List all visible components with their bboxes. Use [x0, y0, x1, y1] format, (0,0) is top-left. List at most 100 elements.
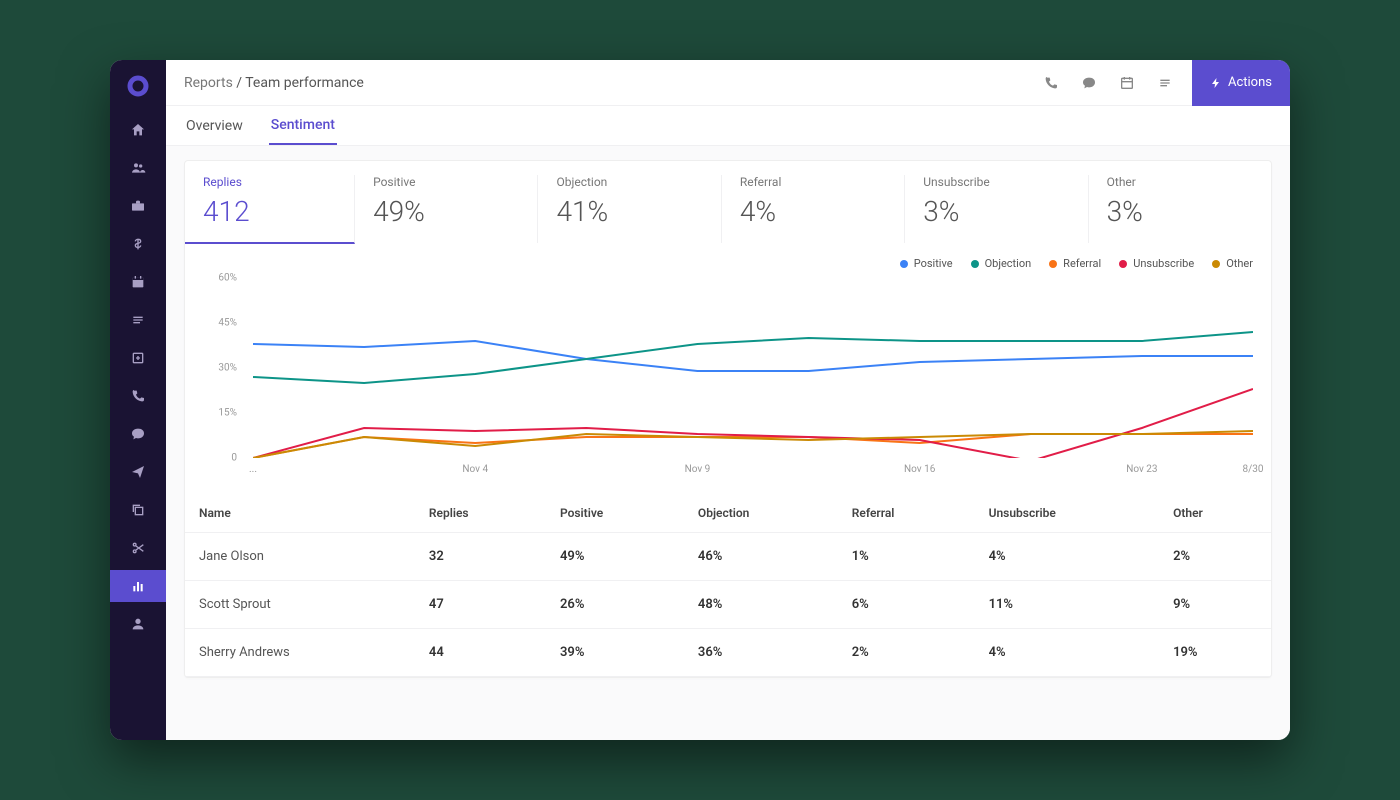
- nav-add-box[interactable]: [110, 342, 166, 374]
- legend-dot: [1212, 260, 1220, 268]
- chart-plot: [253, 278, 1253, 458]
- table-cell: 1%: [838, 533, 975, 581]
- metric-label: Replies: [203, 175, 336, 189]
- chart-legend: Positive Objection Referral Unsubscribe Othe…: [203, 257, 1253, 270]
- table-cell: 6%: [838, 581, 975, 629]
- phone-icon[interactable]: [1042, 74, 1060, 92]
- table-cell: 47: [415, 581, 546, 629]
- y-tick: 45%: [218, 318, 237, 329]
- chart-line-unsubscribe: [253, 389, 1253, 458]
- metric-other[interactable]: Other 3%: [1089, 175, 1271, 243]
- topbar: Reports / Team performance Actions: [166, 60, 1290, 106]
- team-table: NameRepliesPositiveObjectionReferralUnsu…: [185, 494, 1271, 677]
- app-logo: [126, 74, 150, 98]
- nav-people[interactable]: [110, 152, 166, 184]
- legend-item[interactable]: Objection: [971, 257, 1032, 270]
- metric-replies[interactable]: Replies 412: [185, 175, 355, 244]
- metric-value: 412: [203, 195, 336, 228]
- nav-briefcase[interactable]: [110, 190, 166, 222]
- table-cell: 11%: [975, 581, 1159, 629]
- x-axis: ...Nov 4Nov 9Nov 16Nov 238/30: [253, 464, 1253, 480]
- y-tick: 60%: [218, 273, 237, 284]
- col-name[interactable]: Name: [185, 494, 415, 533]
- content: Replies 412Positive 49%Objection 41%Refe…: [166, 146, 1290, 740]
- table-cell: Sherry Andrews: [185, 629, 415, 677]
- main-area: Reports / Team performance Actions Overv…: [166, 60, 1290, 740]
- metric-value: 4%: [740, 195, 886, 228]
- y-tick: 0: [231, 453, 237, 464]
- nav-list[interactable]: [110, 304, 166, 336]
- bolt-icon: [1210, 77, 1222, 89]
- table-cell: 26%: [546, 581, 684, 629]
- actions-button[interactable]: Actions: [1192, 60, 1290, 106]
- nav-send[interactable]: [110, 456, 166, 488]
- chat-icon[interactable]: [1080, 74, 1098, 92]
- x-tick: Nov 9: [685, 464, 711, 475]
- y-axis: 015%30%45%60%: [203, 278, 243, 458]
- metric-objection[interactable]: Objection 41%: [538, 175, 721, 243]
- legend-dot: [971, 260, 979, 268]
- legend-item[interactable]: Other: [1212, 257, 1253, 270]
- col-positive[interactable]: Positive: [546, 494, 684, 533]
- sentiment-chart: 015%30%45%60% ...Nov 4Nov 9Nov 16Nov 238…: [203, 278, 1253, 488]
- table-cell: 44: [415, 629, 546, 677]
- table-cell: 4%: [975, 533, 1159, 581]
- table-cell: 32: [415, 533, 546, 581]
- nav-phone[interactable]: [110, 380, 166, 412]
- metric-referral[interactable]: Referral 4%: [722, 175, 905, 243]
- table-cell: 48%: [684, 581, 838, 629]
- breadcrumb: Reports / Team performance: [184, 75, 364, 91]
- sidebar: [110, 60, 166, 740]
- metrics-row: Replies 412Positive 49%Objection 41%Refe…: [185, 161, 1271, 243]
- nav-calendar[interactable]: [110, 266, 166, 298]
- x-tick: ...: [249, 464, 257, 475]
- settings-icon[interactable]: [1156, 74, 1174, 92]
- metric-unsubscribe[interactable]: Unsubscribe 3%: [905, 175, 1088, 243]
- table-row[interactable]: Jane Olson3249%46%1%4%2%: [185, 533, 1271, 581]
- nav-home[interactable]: [110, 114, 166, 146]
- nav-profile[interactable]: [110, 608, 166, 640]
- nav-dollar[interactable]: [110, 228, 166, 260]
- legend-item[interactable]: Unsubscribe: [1119, 257, 1194, 270]
- table-cell: 49%: [546, 533, 684, 581]
- metric-label: Objection: [556, 175, 702, 189]
- col-unsubscribe[interactable]: Unsubscribe: [975, 494, 1159, 533]
- metric-label: Unsubscribe: [923, 175, 1069, 189]
- col-replies[interactable]: Replies: [415, 494, 546, 533]
- metric-value: 3%: [1107, 195, 1253, 228]
- x-tick: 8/30: [1243, 464, 1264, 475]
- tabs: Overview Sentiment: [166, 106, 1290, 146]
- nav-copy[interactable]: [110, 494, 166, 526]
- tab-sentiment[interactable]: Sentiment: [269, 107, 337, 145]
- report-card: Replies 412Positive 49%Objection 41%Refe…: [184, 160, 1272, 678]
- metric-value: 3%: [923, 195, 1069, 228]
- chart-line-positive: [253, 341, 1253, 371]
- breadcrumb-current: Team performance: [245, 75, 364, 91]
- metric-value: 41%: [556, 195, 702, 228]
- col-other[interactable]: Other: [1159, 494, 1271, 533]
- col-objection[interactable]: Objection: [684, 494, 838, 533]
- metric-label: Referral: [740, 175, 886, 189]
- metric-label: Other: [1107, 175, 1253, 189]
- table-row[interactable]: Sherry Andrews4439%36%2%4%19%: [185, 629, 1271, 677]
- nav-chat[interactable]: [110, 418, 166, 450]
- table-row[interactable]: Scott Sprout4726%48%6%11%9%: [185, 581, 1271, 629]
- legend-item[interactable]: Positive: [900, 257, 953, 270]
- y-tick: 30%: [218, 363, 237, 374]
- legend-item[interactable]: Referral: [1049, 257, 1101, 270]
- table-cell: 2%: [838, 629, 975, 677]
- breadcrumb-parent[interactable]: Reports: [184, 75, 233, 91]
- calendar-icon[interactable]: [1118, 74, 1136, 92]
- nav-reports[interactable]: [110, 570, 166, 602]
- metric-positive[interactable]: Positive 49%: [355, 175, 538, 243]
- app-frame: Reports / Team performance Actions Overv…: [110, 60, 1290, 740]
- nav-scissors[interactable]: [110, 532, 166, 564]
- table-cell: 19%: [1159, 629, 1271, 677]
- tab-overview[interactable]: Overview: [184, 108, 245, 144]
- col-referral[interactable]: Referral: [838, 494, 975, 533]
- table-cell: 39%: [546, 629, 684, 677]
- metric-label: Positive: [373, 175, 519, 189]
- y-tick: 15%: [218, 408, 237, 419]
- table-cell: Scott Sprout: [185, 581, 415, 629]
- table-cell: Jane Olson: [185, 533, 415, 581]
